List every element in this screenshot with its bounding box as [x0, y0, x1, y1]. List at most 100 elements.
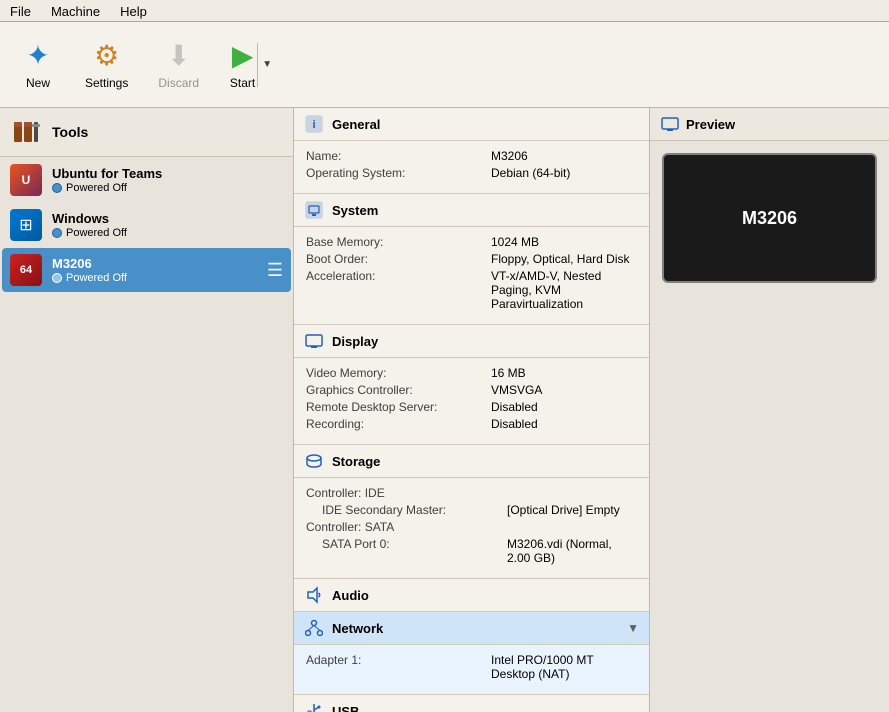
- discard-button[interactable]: ⬇ Discard: [145, 32, 212, 97]
- general-os-value: Debian (64-bit): [491, 166, 570, 180]
- sidebar: Tools U Ubuntu for Teams Powered Off: [0, 108, 294, 712]
- top-content: i General Name: M3206 Operating System: …: [294, 108, 889, 712]
- system-boot-label: Boot Order:: [306, 252, 491, 266]
- display-video-row: Video Memory: 16 MB: [306, 366, 637, 380]
- discard-icon: ⬇: [167, 39, 190, 72]
- storage-sata-label: Controller: SATA: [306, 520, 491, 534]
- audio-section-header[interactable]: Audio: [294, 579, 649, 612]
- windows-name: Windows: [52, 211, 283, 226]
- network-section-header[interactable]: Network ▼: [294, 612, 649, 645]
- storage-sata-port-value: M3206.vdi (Normal, 2.00 GB): [507, 537, 637, 565]
- general-section-header[interactable]: i General: [294, 108, 649, 141]
- network-content: Adapter 1: Intel PRO/1000 MT Desktop (NA…: [294, 645, 649, 695]
- display-content: Video Memory: 16 MB Graphics Controller:…: [294, 358, 649, 445]
- storage-ide-row: Controller: IDE: [306, 486, 637, 500]
- usb-section-header[interactable]: USB: [294, 695, 649, 712]
- display-graphics-value: VMSVGA: [491, 383, 542, 397]
- m3206-item-text: M3206 Powered Off: [52, 256, 257, 284]
- tools-label: Tools: [52, 124, 88, 140]
- tools-icon: [10, 116, 42, 148]
- general-name-value: M3206: [491, 149, 528, 163]
- ubuntu-item-text: Ubuntu for Teams Powered Off: [52, 166, 283, 194]
- system-memory-row: Base Memory: 1024 MB: [306, 235, 637, 249]
- menubar: File Machine Help: [0, 0, 889, 22]
- new-icon: ✦: [26, 39, 49, 72]
- display-remote-label: Remote Desktop Server:: [306, 400, 491, 414]
- network-chevron-icon: ▼: [627, 621, 639, 635]
- network-adapter1-label: Adapter 1:: [306, 653, 491, 681]
- display-section-header[interactable]: Display: [294, 325, 649, 358]
- general-title: General: [332, 117, 639, 132]
- display-remote-value: Disabled: [491, 400, 538, 414]
- settings-button[interactable]: ⚙ Settings: [72, 32, 141, 97]
- display-title: Display: [332, 334, 639, 349]
- system-boot-row: Boot Order: Floppy, Optical, Hard Disk: [306, 252, 637, 266]
- ubuntu-status-dot: [52, 183, 62, 193]
- menu-machine[interactable]: Machine: [41, 2, 110, 19]
- menu-file[interactable]: File: [0, 2, 41, 19]
- windows-icon: ⊞: [10, 209, 42, 241]
- m3206-status: Powered Off: [52, 272, 257, 284]
- discard-label: Discard: [158, 76, 199, 90]
- network-icon: [304, 618, 324, 638]
- storage-ide-label: Controller: IDE: [306, 486, 491, 500]
- general-icon: i: [304, 114, 324, 134]
- start-button[interactable]: ▶ Start ▼: [216, 32, 286, 97]
- storage-ide-secondary-row: IDE Secondary Master: [Optical Drive] Em…: [306, 503, 637, 517]
- preview-screen: M3206: [662, 153, 877, 283]
- system-icon: [304, 200, 324, 220]
- system-memory-label: Base Memory:: [306, 235, 491, 249]
- windows-item-text: Windows Powered Off: [52, 211, 283, 239]
- usb-title: USB: [332, 704, 639, 712]
- sidebar-item-ubuntu[interactable]: U Ubuntu for Teams Powered Off: [2, 158, 291, 202]
- preview-title: Preview: [686, 117, 879, 132]
- windows-status: Powered Off: [52, 227, 283, 239]
- preview-header: Preview: [650, 108, 889, 141]
- general-name-label: Name:: [306, 149, 491, 163]
- settings-icon: ⚙: [94, 39, 119, 72]
- start-dropdown-arrow[interactable]: ▼: [260, 59, 272, 70]
- storage-section-header[interactable]: Storage: [294, 445, 649, 478]
- sidebar-item-m3206[interactable]: 64 M3206 Powered Off ☰: [2, 248, 291, 292]
- menu-help[interactable]: Help: [110, 2, 157, 19]
- app: ✦ New ⚙ Settings ⬇ Discard ▶ Start ▼: [0, 22, 889, 712]
- m3206-icon: 64: [10, 254, 42, 286]
- system-section-header[interactable]: System: [294, 194, 649, 227]
- settings-label: Settings: [85, 76, 128, 90]
- display-recording-row: Recording: Disabled: [306, 417, 637, 431]
- display-recording-label: Recording:: [306, 417, 491, 431]
- display-graphics-label: Graphics Controller:: [306, 383, 491, 397]
- toolbar: ✦ New ⚙ Settings ⬇ Discard ▶ Start ▼: [0, 22, 889, 108]
- start-dropdown-icon: ▼: [262, 59, 272, 70]
- system-accel-value: VT-x/AMD-V, Nested Paging, KVM Paravirtu…: [491, 269, 637, 311]
- audio-title: Audio: [332, 588, 639, 603]
- general-os-row: Operating System: Debian (64-bit): [306, 166, 637, 180]
- m3206-status-dot: [52, 273, 62, 283]
- sidebar-tools[interactable]: Tools: [0, 108, 293, 157]
- m3206-menu-icon[interactable]: ☰: [267, 260, 283, 281]
- preview-vm-name: M3206: [742, 208, 797, 229]
- start-label: Start: [230, 76, 255, 90]
- general-content: Name: M3206 Operating System: Debian (64…: [294, 141, 649, 194]
- m3206-name: M3206: [52, 256, 257, 271]
- display-icon: [304, 331, 324, 351]
- ubuntu-icon: U: [10, 164, 42, 196]
- main-detail: i General Name: M3206 Operating System: …: [294, 108, 649, 712]
- preview-panel: Preview M3206: [649, 108, 889, 712]
- new-button[interactable]: ✦ New: [8, 32, 68, 97]
- audio-icon: [304, 585, 324, 605]
- usb-icon: [304, 701, 324, 712]
- system-memory-value: 1024 MB: [491, 235, 539, 249]
- storage-title: Storage: [332, 454, 639, 469]
- storage-ide-secondary-label: IDE Secondary Master:: [322, 503, 507, 517]
- system-boot-value: Floppy, Optical, Hard Disk: [491, 252, 630, 266]
- network-adapter1-value: Intel PRO/1000 MT Desktop (NAT): [491, 653, 637, 681]
- general-os-label: Operating System:: [306, 166, 491, 180]
- sidebar-item-windows[interactable]: ⊞ Windows Powered Off: [2, 203, 291, 247]
- general-name-row: Name: M3206: [306, 149, 637, 163]
- system-accel-row: Acceleration: VT-x/AMD-V, Nested Paging,…: [306, 269, 637, 311]
- storage-icon: [304, 451, 324, 471]
- display-graphics-row: Graphics Controller: VMSVGA: [306, 383, 637, 397]
- display-video-value: 16 MB: [491, 366, 526, 380]
- display-recording-value: Disabled: [491, 417, 538, 431]
